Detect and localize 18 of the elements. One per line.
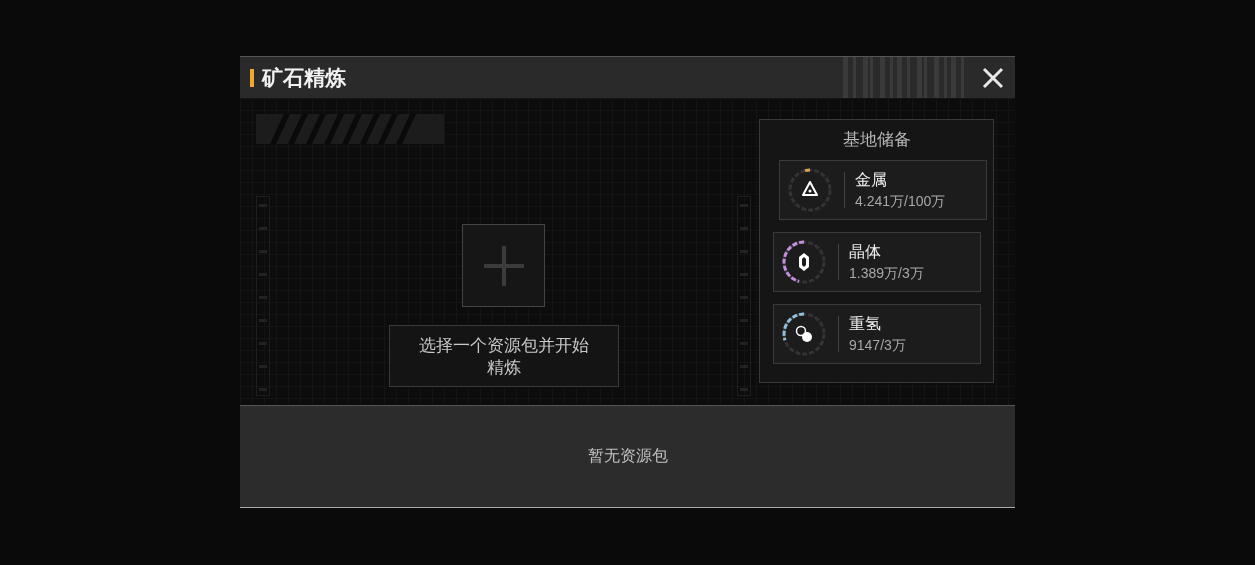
- ring-track: [782, 240, 826, 284]
- resource-amount: 4.241万/100万: [855, 192, 946, 211]
- ring-track: [788, 168, 832, 212]
- resource-name: 金属: [855, 169, 888, 191]
- resource-amount: 9147/3万: [849, 336, 906, 355]
- triangle-icon: [802, 181, 818, 196]
- title-accent-bar: [250, 68, 254, 87]
- particles-icon: [795, 325, 812, 342]
- crystal-icon: [799, 253, 809, 271]
- dialog-title: 矿石精炼: [262, 64, 346, 92]
- ring-track: [782, 312, 826, 356]
- resource-name: 晶体: [849, 241, 882, 263]
- resource-amount: 1.389万/3万: [849, 264, 924, 283]
- select-pack-button[interactable]: 选择一个资源包并开始精炼: [388, 325, 619, 387]
- plus-icon: [481, 243, 526, 288]
- panel-title: 基地储备: [841, 128, 912, 151]
- resource-name: 重氢: [849, 313, 882, 335]
- empty-message: 暂无资源包: [587, 446, 668, 467]
